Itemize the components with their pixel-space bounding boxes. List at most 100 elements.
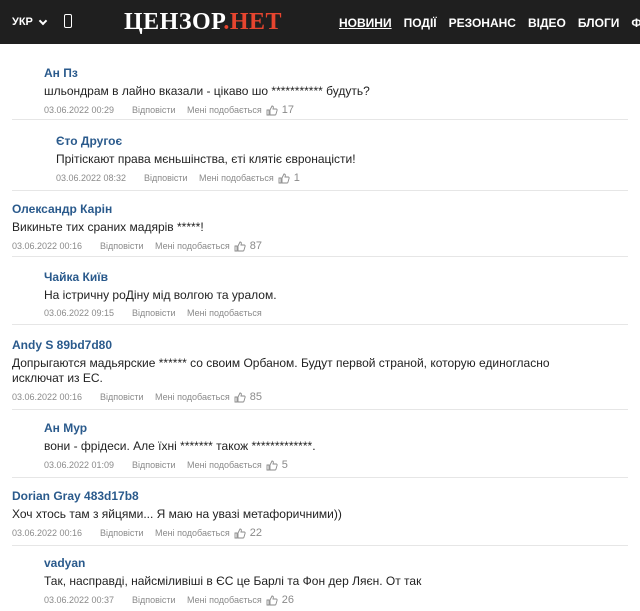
comment-date: 03.06.2022 00:16 — [12, 528, 83, 538]
comment-author[interactable]: vadyan — [44, 556, 626, 570]
comment-meta: 03.06.2022 08:32 Відповісти Мені подобає… — [56, 172, 626, 184]
comment-meta: 03.06.2022 00:16 Відповісти Мені подобає… — [12, 240, 626, 252]
site-header: УКР ЦЕНЗОР.НЕТ НОВИНИ ПОДІЇ РЕЗОНАНС ВІД… — [0, 0, 640, 44]
like-label: Мені подобається — [155, 528, 230, 538]
nav-news[interactable]: НОВИНИ — [339, 16, 392, 30]
like-count: 87 — [249, 240, 262, 252]
language-label: УКР — [12, 16, 33, 28]
like-button[interactable]: Мені подобається 17 — [187, 104, 294, 116]
like-button[interactable]: Мені подобається — [187, 308, 262, 318]
reply-link[interactable]: Відповісти — [100, 392, 155, 402]
comment: Чайка Київ На істричну роДіну мід волгою… — [44, 270, 626, 318]
comment: vadyan Так, насправді, найсміливіші в ЄС… — [44, 556, 626, 606]
main-nav: НОВИНИ ПОДІЇ РЕЗОНАНС ВІДЕО БЛОГИ ФО — [339, 16, 640, 30]
comment-author[interactable]: Andy S 89bd7d80 — [12, 338, 626, 352]
like-count: 5 — [281, 459, 288, 471]
like-label: Мені подобається — [187, 308, 262, 318]
like-label: Мені подобається — [199, 173, 274, 183]
comment-separator — [12, 256, 628, 257]
thumbs-up-icon — [266, 105, 278, 115]
thumbs-up-icon — [234, 528, 246, 538]
comment-text: Хоч хтось там з яйцями... Я маю на увазі… — [12, 507, 342, 521]
comment-author[interactable]: Ан Пз — [44, 66, 624, 80]
logo-main-text: ЦЕНЗОР — [124, 9, 224, 35]
comment-author[interactable]: Єто Другоє — [56, 134, 626, 148]
logo-net-text: НЕТ — [229, 9, 283, 35]
comment-separator — [12, 545, 628, 546]
comment-author[interactable]: Олександр Карін — [12, 202, 626, 216]
thumbs-up-icon — [234, 392, 246, 402]
comment-author[interactable]: Чайка Київ — [44, 270, 626, 284]
like-count: 85 — [249, 391, 262, 403]
like-button[interactable]: Мені подобається 85 — [155, 391, 262, 403]
like-count: 22 — [249, 527, 262, 539]
comment-author[interactable]: Ан Мур — [44, 421, 626, 435]
comment-meta: 03.06.2022 00:29 Відповісти Мені подобає… — [44, 104, 624, 116]
thumbs-up-icon — [234, 241, 246, 251]
like-label: Мені подобається — [155, 392, 230, 402]
reply-link[interactable]: Відповісти — [100, 241, 155, 251]
thumbs-up-icon — [266, 595, 278, 605]
comment: Andy S 89bd7d80 Допрыгаются мадьярские *… — [12, 338, 626, 403]
comment: Ан Пз шльондрам в лайно вказали - цікаво… — [44, 66, 624, 116]
like-button[interactable]: Мені подобається 22 — [155, 527, 262, 539]
site-logo[interactable]: ЦЕНЗОР.НЕТ — [124, 10, 282, 34]
comment-text: Викиньте тих сраних мадярів *****! — [12, 220, 204, 234]
chevron-down-icon — [38, 16, 48, 25]
comment-separator — [12, 324, 628, 325]
comment-meta: 03.06.2022 00:37 Відповісти Мені подобає… — [44, 594, 626, 606]
comment: Ан Мур вони - фрідеси. Але їхні ******* … — [44, 421, 626, 471]
nav-blogs[interactable]: БЛОГИ — [578, 16, 620, 30]
like-count: 1 — [293, 172, 300, 184]
reply-link[interactable]: Відповісти — [132, 595, 187, 605]
reply-link[interactable]: Відповісти — [132, 460, 187, 470]
comment-text: шльондрам в лайно вказали - цікаво шо **… — [44, 84, 370, 98]
comment-date: 03.06.2022 08:32 — [56, 173, 127, 183]
like-button[interactable]: Мені подобається 5 — [187, 459, 288, 471]
comment-text: Допрыгаются мадьярские ****** со своим О… — [12, 356, 550, 385]
language-selector[interactable]: УКР — [12, 16, 48, 28]
reply-link[interactable]: Відповісти — [132, 105, 187, 115]
like-button[interactable]: Мені подобається 87 — [155, 240, 262, 252]
like-button[interactable]: Мені подобається 26 — [187, 594, 294, 606]
thumbs-up-icon — [266, 460, 278, 470]
like-label: Мені подобається — [187, 460, 262, 470]
comment-date: 03.06.2022 01:09 — [44, 460, 115, 470]
comment: Єто Другоє Прітіскают права мєньшінства,… — [56, 134, 626, 184]
comment-meta: 03.06.2022 01:09 Відповісти Мені подобає… — [44, 459, 626, 471]
nav-events[interactable]: ПОДІЇ — [404, 16, 437, 30]
nav-resonance[interactable]: РЕЗОНАНС — [449, 16, 516, 30]
like-count: 26 — [281, 594, 294, 606]
like-button[interactable]: Мені подобається 1 — [199, 172, 300, 184]
comment-date: 03.06.2022 00:29 — [44, 105, 115, 115]
reply-link[interactable]: Відповісти — [132, 308, 187, 318]
nav-photo[interactable]: ФО — [631, 16, 640, 30]
comment-date: 03.06.2022 00:37 — [44, 595, 115, 605]
like-label: Мені подобається — [187, 105, 262, 115]
comment-date: 03.06.2022 00:16 — [12, 392, 83, 402]
like-count: 17 — [281, 104, 294, 116]
comment-date: 03.06.2022 00:16 — [12, 241, 83, 251]
comment-meta: 03.06.2022 00:16 Відповісти Мені подобає… — [12, 527, 626, 539]
comment-meta: 03.06.2022 00:16 Відповісти Мені подобає… — [12, 391, 626, 403]
comment: Dorian Gray 483d17b8 Хоч хтось там з яйц… — [12, 489, 626, 539]
mobile-icon[interactable] — [64, 14, 72, 28]
comment: Олександр Карін Викиньте тих сраних мадя… — [12, 202, 626, 252]
comment-text: вони - фрідеси. Але їхні ******* також *… — [44, 439, 316, 453]
comment-separator — [12, 190, 628, 191]
comment-meta: 03.06.2022 09:15 Відповісти Мені подобає… — [44, 308, 626, 318]
comment-date: 03.06.2022 09:15 — [44, 308, 115, 318]
comment-author[interactable]: Dorian Gray 483d17b8 — [12, 489, 626, 503]
nav-video[interactable]: ВІДЕО — [528, 16, 566, 30]
comment-text: На істричну роДіну мід волгою та уралом. — [44, 288, 277, 302]
comment-text: Так, насправді, найсміливіші в ЄС це Бар… — [44, 574, 422, 588]
reply-link[interactable]: Відповісти — [100, 528, 155, 538]
comment-separator — [12, 119, 628, 120]
comment-separator — [12, 409, 628, 410]
like-label: Мені подобається — [155, 241, 230, 251]
comment-text: Прітіскают права мєньшінства, єті клятіє… — [56, 152, 356, 166]
reply-link[interactable]: Відповісти — [144, 173, 199, 183]
comment-separator — [12, 477, 628, 478]
like-label: Мені подобається — [187, 595, 262, 605]
thumbs-up-icon — [278, 173, 290, 183]
